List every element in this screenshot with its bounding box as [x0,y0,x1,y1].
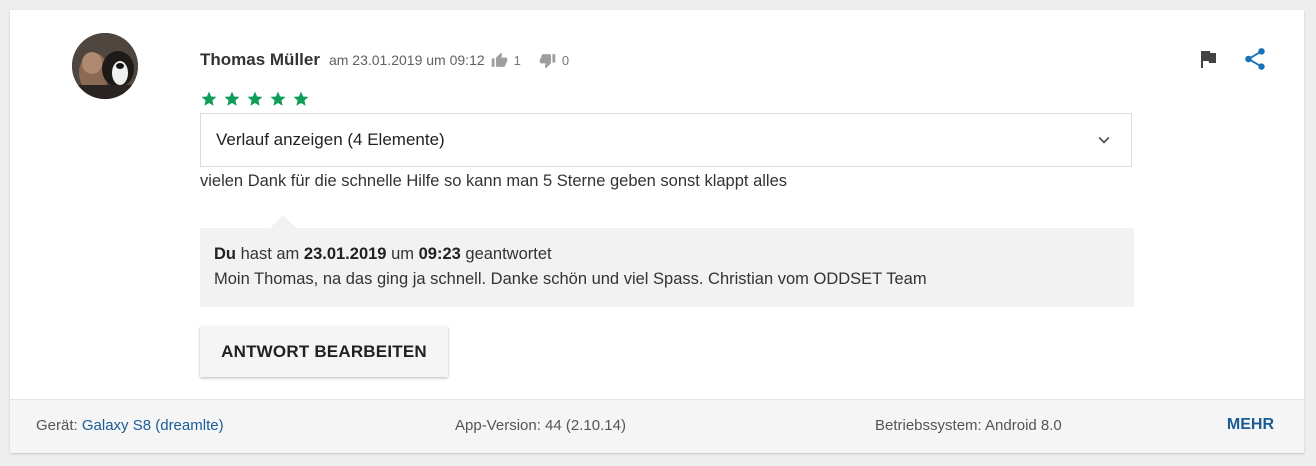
review-footer: Gerät: Galaxy S8 (dreamlte) App-Version:… [10,399,1304,453]
reply-text-c: geantwortet [465,245,552,263]
device-label: Gerät: [36,417,78,434]
star-icon [293,91,309,106]
edit-reply-button[interactable]: ANTWORT BEARBEITEN [200,327,448,377]
star-rating [200,90,315,108]
reply-text-b: um [391,245,414,263]
share-icon[interactable] [1242,46,1268,72]
review-date: am 23.01.2019 um 09:12 [328,52,485,68]
device-link[interactable]: Galaxy S8 (dreamlte) [82,417,224,434]
star-icon [224,91,240,106]
reply-pointer [270,215,296,228]
chevron-down-icon [1098,136,1110,144]
os-version: Betriebssystem: Android 8.0 [875,417,1062,434]
review-header: Thomas Müller am 23.01.2019 um 09:12 1 0 [200,48,569,72]
star-icon [270,91,286,106]
author-name: Thomas Müller [200,50,320,69]
flag-icon[interactable] [1196,47,1220,71]
thumbs-up-icon [491,52,507,67]
thumbs-down-icon [539,53,556,68]
avatar [72,33,138,99]
history-label: Verlauf anzeigen (4 Elemente) [216,130,445,149]
reply-author: Du [214,245,236,263]
history-dropdown[interactable]: Verlauf anzeigen (4 Elemente) [200,113,1132,167]
star-icon [247,91,263,106]
review-text: vielen Dank für die schnelle Hilfe so ka… [200,172,788,190]
reply-meta: Du hast am 23.01.2019 um 09:23 geantwort… [214,242,1120,266]
reply-message: Moin Thomas, na das ging ja schnell. Dan… [214,270,927,288]
review-card: Thomas Müller am 23.01.2019 um 09:12 1 0… [10,10,1304,453]
reply-date: 23.01.2019 [303,245,387,263]
reply-text-a: hast am [240,245,300,263]
thumbs-down-button[interactable]: 0 [539,52,569,69]
thumbs-up-count: 1 [513,52,521,68]
thumbs-up-button[interactable]: 1 [491,52,521,69]
device-info: Gerät: Galaxy S8 (dreamlte) [36,417,224,434]
review-actions [1196,46,1268,72]
more-button[interactable]: MEHR [1227,416,1274,434]
developer-reply: Du hast am 23.01.2019 um 09:23 geantwort… [200,228,1134,307]
reply-time: 09:23 [418,245,461,263]
star-icon [201,91,217,106]
thumbs-down-count: 0 [561,52,570,68]
app-version: App-Version: 44 (2.10.14) [455,417,626,434]
